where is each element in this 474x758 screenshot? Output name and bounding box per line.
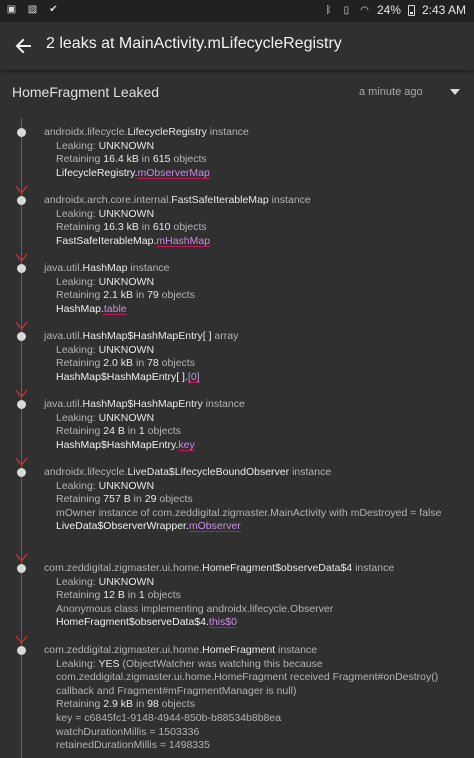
trace-node[interactable]: androidx.lifecycle.LiveData$LifecycleBou… (44, 466, 468, 534)
status-bar: ▣ ▨ ✔ ᛒ ▯ ◠ 24% 2:43 AM (0, 0, 474, 22)
trace-node-dot (17, 264, 26, 273)
arrow-down-icon (16, 322, 27, 330)
trace-node[interactable]: java.util.HashMap$HashMapEntry[ ] array … (44, 330, 468, 384)
arrow-down-icon (16, 186, 27, 194)
trace-node-dot (17, 196, 26, 205)
node-heading: com.zeddigital.zigmaster.ui.home.HomeFra… (44, 562, 395, 574)
retained-size: Retaining 16.4 kB in 615 objects (56, 153, 207, 166)
retained-size: Retaining 2.9 kB in 98 objects (56, 698, 195, 711)
trace-node-dot (17, 400, 26, 409)
trace-node[interactable]: java.util.HashMap instance Leaking: UNKN… (44, 262, 468, 316)
reference-field: LifecycleRegistry.mObserverMap (56, 166, 210, 179)
battery-icon (407, 4, 415, 16)
notification-icons: ▣ ▨ ✔ (6, 4, 59, 15)
reference-field: HashMap.table (56, 302, 127, 315)
back-arrow-icon[interactable] (10, 32, 38, 60)
chevron-down-icon[interactable] (450, 89, 460, 95)
app-bar: 2 leaks at MainActivity.mLifecycleRegist… (0, 22, 474, 70)
arrow-down-icon (16, 254, 27, 262)
arrow-down-icon (16, 458, 27, 466)
arrow-down-icon (16, 390, 27, 398)
wifi-icon: ◠ (360, 4, 369, 16)
check-icon: ✔ (49, 4, 58, 15)
node-heading: java.util.HashMap$HashMapEntry[ ] array (44, 330, 239, 342)
trace-node[interactable]: java.util.HashMap$HashMapEntry instance … (44, 398, 468, 452)
reference-field: LiveData$ObserverWrapper.mObserver (56, 520, 241, 533)
watch-key: key = c6845fc1-9148-4944-850b-b88534b8b8… (56, 711, 282, 724)
retained-size: Retaining 12 B in 1 objects (56, 589, 181, 602)
leaking-status: Leaking: UNKNOWN (56, 411, 155, 424)
node-heading: androidx.lifecycle.LifecycleRegistry ins… (44, 126, 249, 138)
trace-node-dot (17, 332, 26, 341)
trace-rail (21, 118, 22, 758)
reference-field: HashMap$HashMapEntry[ ].[0] (56, 370, 200, 383)
arrow-down-icon (16, 636, 27, 644)
node-heading: java.util.HashMap$HashMapEntry instance (44, 398, 245, 410)
leaking-status: Leaking: UNKNOWN (56, 207, 155, 220)
reference-field: FastSafeIterableMap.mHashMap (56, 234, 211, 247)
leaking-status: Leaking: UNKNOWN (56, 575, 155, 588)
leaking-status: Leaking: YES (ObjectWatcher was watching… (56, 657, 439, 697)
trace-node-dot (17, 128, 26, 137)
leak-trace: androidx.lifecycle.LifecycleRegistry ins… (0, 118, 474, 758)
node-heading: com.zeddigital.zigmaster.ui.home.HomeFra… (44, 644, 318, 656)
trace-node-dot (17, 468, 26, 477)
page-title: 2 leaks at MainActivity.mLifecycleRegist… (46, 35, 342, 52)
battery-percent: 24% (376, 3, 401, 17)
retained-size: Retaining 2.0 kB in 78 objects (56, 357, 195, 370)
retained-size: Retaining 16.3 kB in 610 objects (56, 221, 207, 234)
leaking-status: Leaking: UNKNOWN (56, 139, 155, 152)
reference-field: HashMap$HashMapEntry.key (56, 438, 195, 451)
retained-size: Retaining 757 B in 29 objects (56, 493, 193, 506)
system-icons: ᛒ ▯ ◠ 24% 2:43 AM (323, 3, 466, 17)
leaking-status: Leaking: UNKNOWN (56, 275, 155, 288)
trace-node[interactable]: com.zeddigital.zigmaster.ui.home.HomeFra… (44, 644, 468, 753)
retained-size: Retaining 2.1 kB in 79 objects (56, 289, 195, 302)
gallery-icon: ▣ (6, 4, 17, 15)
retained-size: Retaining 24 B in 1 objects (56, 425, 181, 438)
node-heading: androidx.arch.core.internal.FastSafeIter… (44, 194, 311, 206)
leak-timestamp: a minute ago (359, 86, 423, 98)
trace-node[interactable]: androidx.arch.core.internal.FastSafeIter… (44, 194, 468, 248)
image-icon: ▨ (27, 4, 38, 15)
owner-detail: mOwner instance of com.zeddigital.zigmas… (56, 506, 442, 519)
retained-duration: retainedDurationMillis = 1498335 (56, 739, 210, 752)
leaking-status: Leaking: UNKNOWN (56, 343, 155, 356)
node-heading: java.util.HashMap instance (44, 262, 170, 274)
node-heading: androidx.lifecycle.LiveData$LifecycleBou… (44, 466, 332, 478)
trace-node-dot (17, 646, 26, 655)
clock: 2:43 AM (421, 3, 466, 17)
leaking-status: Leaking: UNKNOWN (56, 479, 155, 492)
vibrate-icon: ▯ (343, 4, 350, 16)
trace-node[interactable]: com.zeddigital.zigmaster.ui.home.HomeFra… (44, 562, 468, 630)
bluetooth-icon: ᛒ (325, 4, 332, 16)
trace-node[interactable]: androidx.lifecycle.LifecycleRegistry ins… (44, 126, 468, 180)
anonymous-class-detail: Anonymous class implementing androidx.li… (56, 602, 334, 615)
leak-header[interactable]: HomeFragment Leaked a minute ago (0, 78, 474, 108)
reference-field: HomeFragment$observeData$4.this$0 (56, 616, 237, 629)
trace-node-dot (17, 564, 26, 573)
arrow-down-icon (16, 554, 27, 562)
watch-duration: watchDurationMillis = 1503336 (56, 725, 200, 738)
leak-title: HomeFragment Leaked (12, 84, 160, 100)
